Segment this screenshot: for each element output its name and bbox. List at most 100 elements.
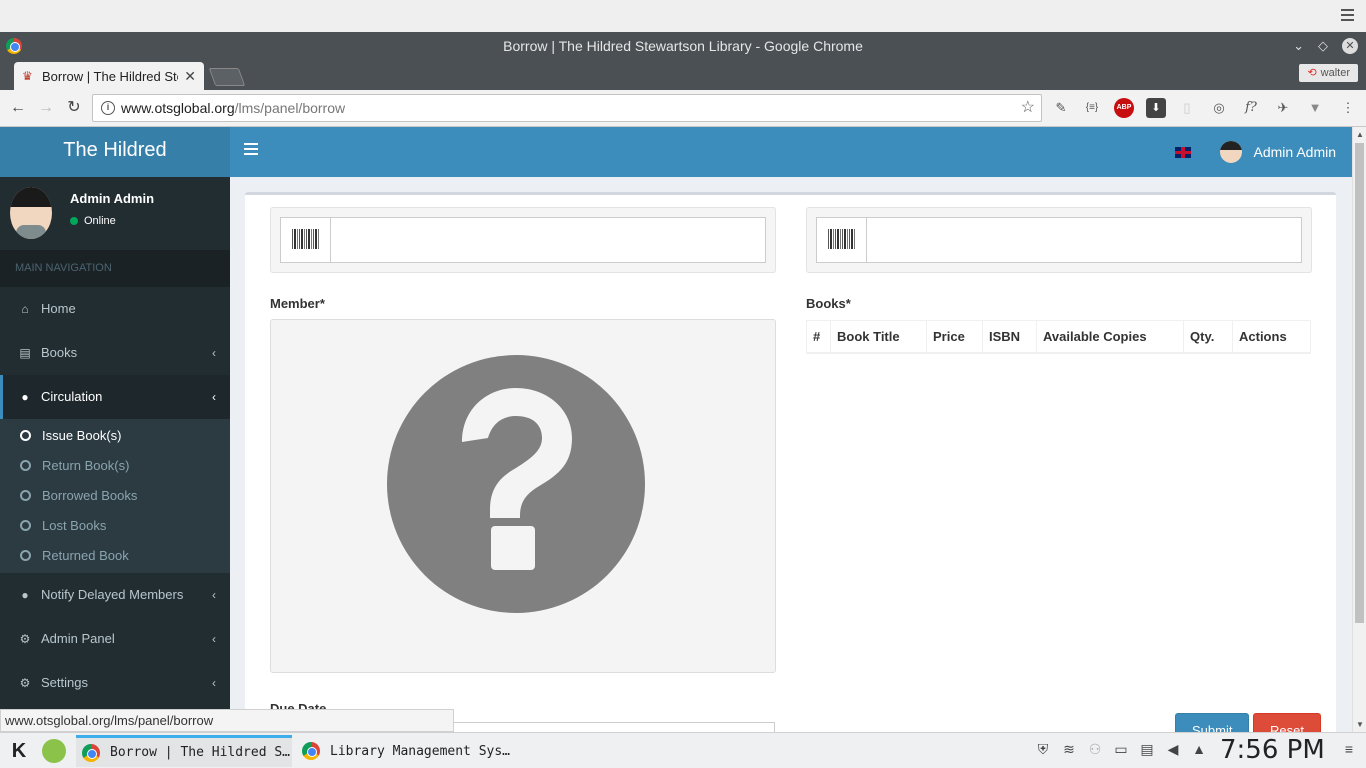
kde-launcher-icon[interactable]: K xyxy=(6,738,32,764)
circle-icon xyxy=(20,520,31,531)
books-label: Books* xyxy=(806,296,851,311)
table-header-row: # Book Title Price ISBN Available Copies… xyxy=(806,320,1311,354)
eyedropper-extension-icon[interactable]: ✎ xyxy=(1051,98,1071,118)
sidebar-user-name: Admin Admin xyxy=(70,191,155,206)
window-controls: ⌄ ◇ ✕ xyxy=(1293,32,1358,60)
gears-icon: ⚙ xyxy=(19,676,31,690)
uk-flag-icon[interactable] xyxy=(1175,147,1191,158)
disk-extension-icon[interactable]: ◎ xyxy=(1209,98,1229,118)
chrome-menu-icon[interactable]: ⋮ xyxy=(1338,98,1358,118)
online-dot-icon xyxy=(70,217,78,225)
close-window-icon[interactable]: ✕ xyxy=(1342,38,1358,54)
volume-icon[interactable]: ◀ xyxy=(1163,741,1183,758)
people-icon[interactable]: ⚇ xyxy=(1085,741,1105,758)
download-extension-icon[interactable]: ⬇ xyxy=(1146,98,1166,118)
chevron-left-icon: ‹ xyxy=(212,676,216,690)
task-library-management[interactable]: Library Management Sys… xyxy=(296,735,526,767)
browser-toolbar: ← → ↻ i www.otsglobal.org/lms/panel/borr… xyxy=(0,90,1366,127)
submit-button[interactable]: Submit xyxy=(1175,713,1250,732)
scrollbar-thumb[interactable] xyxy=(1355,143,1364,623)
bookmark-star-icon[interactable]: ☆ xyxy=(1021,95,1035,121)
clock[interactable]: 7:56 PM xyxy=(1220,735,1325,765)
user-icon: ● xyxy=(21,588,29,602)
os-menu-icon[interactable] xyxy=(1341,9,1354,24)
sidebar-item-issue-books[interactable]: Issue Book(s) xyxy=(0,421,230,451)
sidebar-item-notify-delayed[interactable]: ● Notify Delayed Members ‹ xyxy=(0,573,230,617)
barcode-addon xyxy=(817,218,867,262)
column-actions: Actions xyxy=(1232,320,1311,354)
task-borrow[interactable]: Borrow | The Hildred S… xyxy=(76,735,292,767)
scroll-up-icon[interactable]: ▲ xyxy=(1356,130,1364,139)
close-tab-icon[interactable]: ✕ xyxy=(184,68,196,85)
json-extension-icon[interactable]: {≡} xyxy=(1082,98,1102,118)
status-url-bubble: www.otsglobal.org/lms/panel/borrow xyxy=(0,709,454,732)
page-info-icon[interactable]: i xyxy=(101,101,115,115)
vue-extension-icon[interactable]: ▼ xyxy=(1305,98,1325,118)
new-tab-button[interactable] xyxy=(208,68,246,86)
address-bar[interactable]: i www.otsglobal.org/lms/panel/borrow ☆ xyxy=(92,94,1042,122)
app-header: The Hildred Admin Admin xyxy=(0,127,1352,177)
forward-arrow-icon[interactable]: → xyxy=(36,98,56,118)
sidebar-item-settings[interactable]: ⚙ Settings ‹ xyxy=(0,661,230,705)
ninja-extension-icon[interactable]: ✈ xyxy=(1273,98,1293,118)
member-scan-well xyxy=(270,207,776,273)
shield-icon[interactable]: ⛨ xyxy=(1033,741,1053,758)
profile-button[interactable]: ⟲ walter xyxy=(1299,64,1358,82)
gear-icon: ⚙ xyxy=(19,632,31,646)
reload-icon[interactable]: ↻ xyxy=(64,98,84,118)
sidebar-item-lost-books[interactable]: Lost Books xyxy=(0,511,230,541)
sidebar-item-home[interactable]: ⌂ Home xyxy=(0,287,230,331)
header-avatar xyxy=(1219,141,1242,163)
minimize-icon[interactable]: ⌄ xyxy=(1293,32,1304,60)
wifi-icon[interactable]: ≋ xyxy=(1059,741,1079,758)
maximize-icon[interactable]: ◇ xyxy=(1318,32,1328,60)
main-content: Member* Books* # Book Title Price ISBN A… xyxy=(230,177,1352,732)
sidebar-item-admin-panel[interactable]: ⚙ Admin Panel ‹ xyxy=(0,617,230,661)
page-scrollbar[interactable]: ▲ ▼ xyxy=(1352,127,1366,732)
sidebar-item-borrowed-books[interactable]: Borrowed Books xyxy=(0,481,230,511)
android-studio-icon[interactable] xyxy=(42,739,66,763)
chevron-down-icon: ‹ xyxy=(212,390,216,404)
column-price: Price xyxy=(926,320,983,354)
home-icon: ⌂ xyxy=(21,302,29,316)
chrome-icon xyxy=(302,742,320,760)
book-barcode-input[interactable] xyxy=(816,217,1302,263)
tab-title: Borrow | The Hildred Stewartson Library xyxy=(42,68,178,84)
book-icon: ▤ xyxy=(19,346,31,360)
chrome-icon xyxy=(82,743,100,762)
tab-strip: ♛ Borrow | The Hildred Stewartson Librar… xyxy=(0,60,1366,90)
question-mark-icon xyxy=(387,355,645,613)
barcode-icon xyxy=(292,229,320,249)
window-title: Borrow | The Hildred Stewartson Library … xyxy=(503,38,863,54)
sidebar-item-return-books[interactable]: Return Book(s) xyxy=(0,451,230,481)
profile-icon: ⟲ xyxy=(1307,67,1317,79)
tray-expand-icon[interactable]: ▲ xyxy=(1189,741,1209,757)
circulation-submenu: Issue Book(s) Return Book(s) Borrowed Bo… xyxy=(0,419,230,573)
font-extension-icon[interactable]: f? xyxy=(1241,98,1261,118)
url-host: www.otsglobal.org xyxy=(121,100,235,116)
sidebar-toggle-icon[interactable] xyxy=(244,143,258,158)
url-path: /lms/panel/borrow xyxy=(234,100,346,116)
header-user-menu[interactable]: Admin Admin xyxy=(1219,127,1336,177)
adblock-extension-icon[interactable]: ABP xyxy=(1114,98,1134,118)
chevron-left-icon: ‹ xyxy=(212,588,216,602)
user-panel: Admin Admin Online xyxy=(0,177,230,250)
blank-extension-icon[interactable]: ▯ xyxy=(1177,98,1197,118)
column-book-title: Book Title xyxy=(830,320,927,354)
sidebar-item-returned-book[interactable]: Returned Book xyxy=(0,541,230,571)
battery-icon[interactable]: ▭ xyxy=(1111,741,1131,758)
scroll-down-icon[interactable]: ▼ xyxy=(1356,720,1364,729)
sidebar-item-circulation[interactable]: ● Circulation ‹ xyxy=(0,375,230,419)
browser-tab[interactable]: ♛ Borrow | The Hildred Stewartson Librar… xyxy=(14,62,204,90)
member-barcode-input[interactable] xyxy=(280,217,766,263)
taskbar: K Borrow | The Hildred S… Library Manage… xyxy=(0,732,1366,768)
circle-icon xyxy=(20,460,31,471)
clipboard-icon[interactable]: ▤ xyxy=(1137,741,1157,758)
sidebar-item-books[interactable]: ▤ Books ‹ xyxy=(0,331,230,375)
chevron-left-icon: ‹ xyxy=(212,632,216,646)
circle-icon xyxy=(20,550,31,561)
taskbar-menu-icon[interactable]: ≡ xyxy=(1339,741,1359,757)
app-logo[interactable]: The Hildred xyxy=(0,127,230,177)
back-arrow-icon[interactable]: ← xyxy=(8,98,28,118)
reset-button[interactable]: Reset xyxy=(1253,713,1321,732)
